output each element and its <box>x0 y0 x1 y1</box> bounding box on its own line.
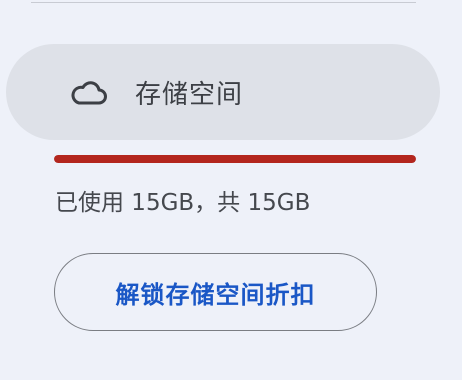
storage-usage-fill <box>54 155 416 163</box>
unlock-storage-discount-button[interactable]: 解锁存储空间折扣 <box>54 253 377 331</box>
storage-usage-text: 已使用 15GB，共 15GB <box>55 190 311 216</box>
storage-nav-item[interactable]: 存储空间 <box>6 44 440 140</box>
top-divider <box>31 2 416 3</box>
storage-label: 存储空间 <box>135 79 244 110</box>
storage-usage-bar <box>54 155 416 163</box>
cloud-icon <box>71 81 107 105</box>
